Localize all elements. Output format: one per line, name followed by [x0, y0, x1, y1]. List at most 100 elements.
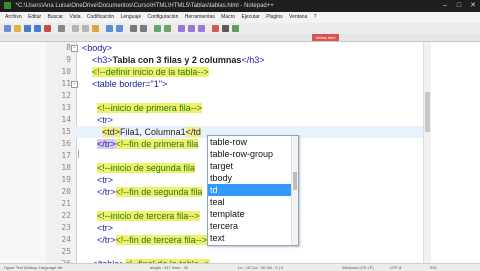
autocomplete-item[interactable]: teal	[208, 196, 298, 208]
zoom-out-icon[interactable]	[164, 25, 171, 32]
code-line[interactable]: <tr>	[82, 222, 113, 234]
code-comment: <!--fin de primera fila	[115, 139, 199, 149]
menu-configuracion[interactable]: Configuración	[148, 14, 179, 20]
code-tag: </h3>	[241, 55, 265, 65]
record-macro-icon[interactable]	[212, 25, 219, 32]
copy-icon[interactable]	[82, 25, 89, 32]
line-number: 10	[61, 67, 71, 76]
code-line[interactable]: </tr><!--fin de primera fila	[82, 138, 199, 150]
autocomplete-item[interactable]: tbody	[208, 172, 298, 184]
tab-tablas-html[interactable]: tablas.html	[312, 34, 340, 41]
code-comment: <!--inicio de primera fila-->	[97, 103, 203, 113]
word-wrap-icon[interactable]	[188, 25, 195, 32]
save-icon[interactable]	[24, 25, 31, 32]
code-tag: </tr>	[97, 187, 116, 197]
menu-herramientas[interactable]: Herramientas	[185, 14, 215, 20]
menu-archivo[interactable]: Archivo	[5, 14, 22, 20]
new-file-icon[interactable]	[4, 25, 11, 32]
code-line[interactable]: <!--inicio de tercera fila-->	[82, 210, 200, 222]
autocomplete-popup: table-row table-row-group target tbody td tea…	[207, 135, 299, 246]
line-number: 16	[61, 139, 71, 148]
code-line[interactable]: <table border="1">	[82, 78, 167, 90]
menu-macro[interactable]: Macro	[221, 14, 235, 20]
menu-lenguaje[interactable]: Lenguaje	[121, 14, 142, 20]
menu-buscar[interactable]: Buscar	[48, 14, 64, 20]
autocomplete-item[interactable]: table-row	[208, 136, 298, 148]
find-icon[interactable]	[130, 25, 137, 32]
fold-toggle-icon[interactable]: −	[71, 81, 78, 88]
code-line[interactable]: <td>Fila1, Columna1</td	[82, 126, 201, 138]
code-tag: <body>	[82, 43, 113, 53]
autocomplete-scroll-thumb[interactable]	[293, 172, 297, 190]
play-macro-icon[interactable]	[232, 25, 239, 32]
menu-ventana[interactable]: Ventana	[289, 14, 307, 20]
autocomplete-scrollbar[interactable]	[291, 136, 298, 245]
editor-margin	[0, 42, 46, 263]
code-line[interactable]: <!--inicio de segunda fila	[82, 162, 195, 174]
minimize-button[interactable]: –	[438, 0, 452, 12]
code-line[interactable]: <tr>	[82, 174, 113, 186]
sync-scroll-icon[interactable]	[178, 25, 185, 32]
replace-icon[interactable]	[140, 25, 147, 32]
menu-help[interactable]: ?	[314, 14, 317, 20]
window-title: *C:\Users\Ana Luisa\OneDrive\Documentos\…	[15, 3, 274, 9]
autocomplete-item[interactable]: table-row-group	[208, 148, 298, 160]
code-comment: <!--fin de segunda fila	[115, 187, 203, 197]
code-comment: <!--definir inicio de la tabla-->	[92, 67, 209, 77]
menu-plugins[interactable]: Plugins	[266, 14, 282, 20]
menu-codificacion[interactable]: Codificación	[87, 14, 114, 20]
close-button[interactable]: ✕	[466, 0, 480, 12]
code-tag: </td	[185, 127, 201, 137]
code-line[interactable]: <!--inicio de primera fila-->	[82, 102, 203, 114]
paste-icon[interactable]	[92, 25, 99, 32]
code-tag: <td>	[102, 127, 121, 137]
autocomplete-item[interactable]: tercera	[208, 220, 298, 232]
redo-icon[interactable]	[116, 25, 123, 32]
maximize-button[interactable]: □	[452, 0, 466, 12]
line-number: 15	[61, 127, 71, 136]
scrollbar-thumb[interactable]	[425, 92, 430, 132]
menu-ejecutar[interactable]: Ejecutar	[241, 14, 259, 20]
code-line[interactable]: </tr><!--fin de tercera fila-->	[82, 234, 208, 246]
save-all-icon[interactable]	[34, 25, 41, 32]
code-text: Fila1, Columna1	[120, 127, 186, 137]
line-number: 23	[61, 223, 71, 232]
line-number: 14	[61, 115, 71, 124]
print-icon[interactable]	[58, 25, 65, 32]
menu-vista[interactable]: Vista	[69, 14, 80, 20]
autocomplete-item[interactable]: text	[208, 232, 298, 244]
close-file-icon[interactable]	[44, 25, 51, 32]
autocomplete-item[interactable]: target	[208, 160, 298, 172]
code-line[interactable]: <!--definir inicio de la tabla-->	[82, 66, 209, 78]
code-tag: <tr>	[97, 223, 114, 233]
autocomplete-item[interactable]: td	[208, 184, 298, 196]
vertical-scrollbar[interactable]	[423, 42, 431, 263]
zoom-in-icon[interactable]	[154, 25, 161, 32]
menu-editar[interactable]: Editar	[28, 14, 41, 20]
fold-toggle-icon[interactable]: −	[71, 45, 78, 52]
autocomplete-item[interactable]: template	[208, 208, 298, 220]
fold-guide	[78, 150, 83, 158]
cut-icon[interactable]	[72, 25, 79, 32]
line-number: 24	[61, 235, 71, 244]
line-number: 8	[66, 43, 71, 52]
code-tag: <table border="1">	[92, 79, 168, 89]
code-text: Tabla con 3 filas y 2 columnas	[112, 55, 242, 65]
line-number: 20	[61, 187, 71, 196]
open-file-icon[interactable]	[14, 25, 21, 32]
code-line[interactable]: <body>	[82, 42, 112, 54]
code-line[interactable]: </tr><!--fin de segunda fila	[82, 186, 203, 198]
code-line[interactable]: <tr>	[82, 114, 113, 126]
stop-macro-icon[interactable]	[222, 25, 229, 32]
line-number: 18	[61, 163, 71, 172]
code-line[interactable]: <h3>Tabla con 3 filas y 2 columnas</h3>	[82, 54, 264, 66]
notepad-plus-plus-icon	[4, 2, 11, 9]
undo-icon[interactable]	[106, 25, 113, 32]
show-all-characters-icon[interactable]	[198, 25, 205, 32]
